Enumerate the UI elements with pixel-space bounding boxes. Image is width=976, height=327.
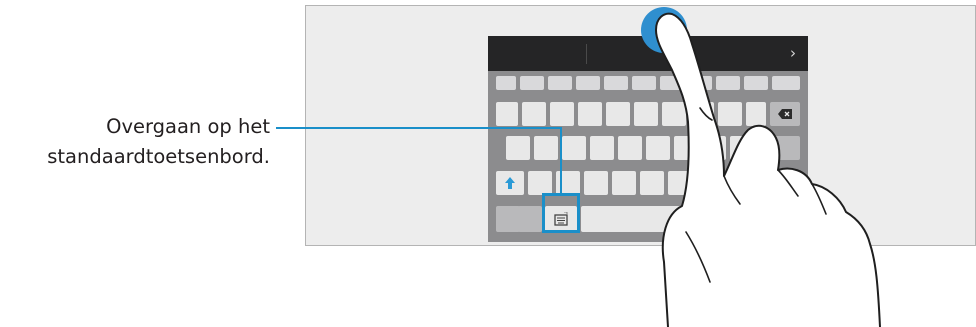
overlay xyxy=(276,7,881,327)
hand-icon xyxy=(655,12,881,327)
callout-connector xyxy=(276,127,562,194)
